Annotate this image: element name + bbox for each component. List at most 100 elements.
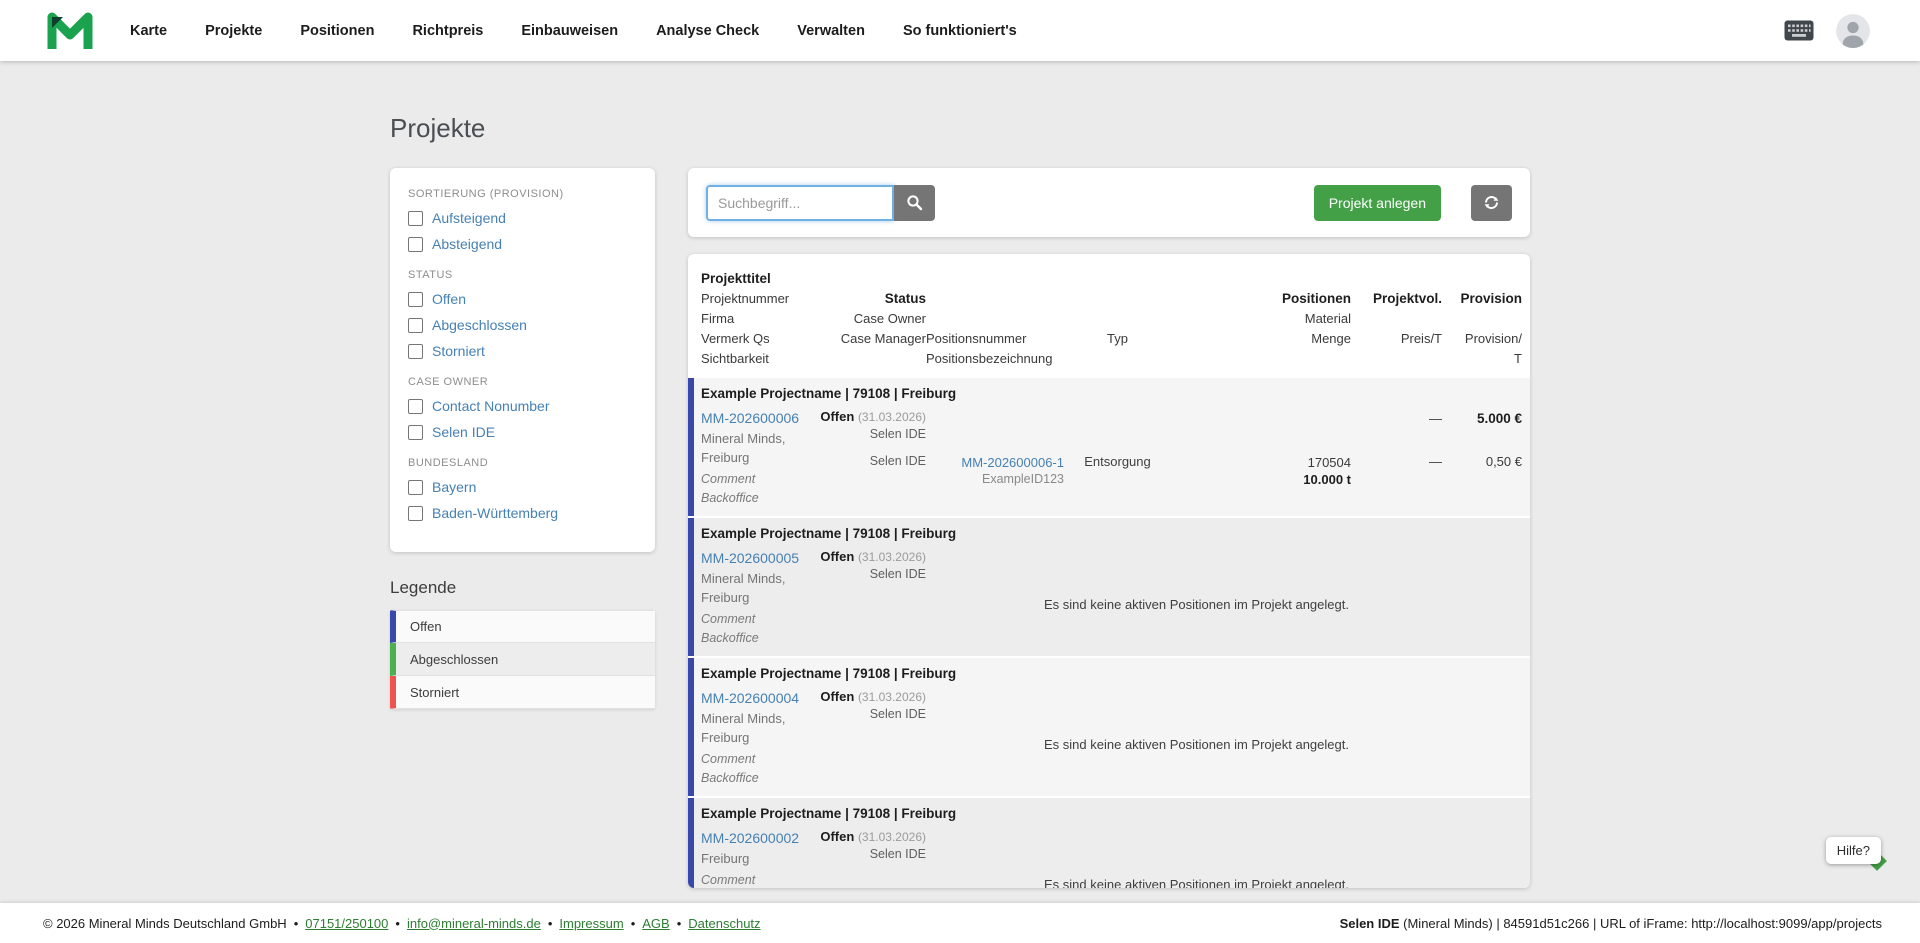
page-title: Projekte xyxy=(390,113,1530,144)
filter-option-abgeschlossen[interactable]: Abgeschlossen xyxy=(408,316,637,334)
column-header-case-owner: Case Owner xyxy=(871,308,926,328)
footer-impressum-link[interactable]: Impressum xyxy=(559,916,623,931)
projects-table: Projekttitel Projektnummer Status Positi… xyxy=(688,254,1530,888)
search-toolbar: Projekt anlegen xyxy=(688,168,1530,237)
refresh-icon xyxy=(1483,194,1500,211)
nav-item-projekte[interactable]: Projekte xyxy=(205,23,262,39)
position-typ: Entsorgung xyxy=(1064,454,1171,488)
filter-section-bundesland: BUNDESLAND xyxy=(408,457,637,469)
create-project-button[interactable]: Projekt anlegen xyxy=(1314,185,1441,221)
footer-agb-link[interactable]: AGB xyxy=(642,916,669,931)
position-number-cell: MM-202600006-1 ExampleID123 xyxy=(926,454,1064,488)
column-header-material: Material xyxy=(1171,308,1351,328)
project-status: Offen (31.03.2026) xyxy=(820,828,926,846)
project-vermerk: Backoffice xyxy=(701,769,871,788)
position-preis-t: — xyxy=(1351,454,1442,488)
project-row-mm-202600005[interactable]: Example Projectname | 79108 | Freiburg M… xyxy=(688,518,1530,656)
column-header-projekttitel: Projekttitel xyxy=(701,268,1064,288)
top-navbar: Karte Projekte Positionen Richtpreis Ein… xyxy=(0,0,1920,61)
search-button[interactable] xyxy=(894,185,935,221)
column-header-provision-t-2: T xyxy=(1442,348,1522,368)
project-title: Example Projectname | 79108 | Freiburg xyxy=(701,386,1522,401)
column-header-positionsnummer: Positionsnummer xyxy=(926,328,1064,348)
checkbox-absteigend[interactable] xyxy=(408,237,423,252)
no-positions-message: Es sind keine aktiven Positionen im Proj… xyxy=(871,737,1522,752)
column-header-firma: Firma xyxy=(701,308,871,328)
no-positions-message: Es sind keine aktiven Positionen im Proj… xyxy=(871,597,1522,612)
project-vermerk: Backoffice xyxy=(701,629,871,648)
footer-session-user: Selen IDE xyxy=(1340,916,1400,931)
checkbox-selen-ide[interactable] xyxy=(408,425,423,440)
checkbox-bayern[interactable] xyxy=(408,480,423,495)
legend-item-abgeschlossen: Abgeschlossen xyxy=(390,643,655,676)
column-header-sichtbarkeit: Sichtbarkeit xyxy=(701,348,871,368)
column-header-positionsbezeichnung: Positionsbezeichnung xyxy=(926,348,1171,368)
legend-title: Legende xyxy=(390,578,655,598)
project-vermerk: Comment xyxy=(701,470,871,489)
project-status: Offen (31.03.2026) xyxy=(820,688,926,706)
no-positions-message: Es sind keine aktiven Positionen im Proj… xyxy=(871,877,1522,888)
nav-item-einbauweisen[interactable]: Einbauweisen xyxy=(521,23,618,39)
project-company-city: Freiburg xyxy=(701,588,871,607)
project-row-mm-202600004[interactable]: Example Projectname | 79108 | Freiburg M… xyxy=(688,658,1530,796)
checkbox-storniert[interactable] xyxy=(408,344,423,359)
filter-option-storniert[interactable]: Storniert xyxy=(408,342,637,360)
position-number-link[interactable]: MM-202600006-1 xyxy=(961,454,1064,471)
footer-email-link[interactable]: info@mineral-minds.de xyxy=(407,916,541,931)
logo-m-icon xyxy=(46,10,94,52)
footer-session-info: Selen IDE (Mineral Minds) | 84591d51c266… xyxy=(1340,916,1882,931)
project-vermerk: Comment xyxy=(701,610,871,629)
nav-item-karte[interactable]: Karte xyxy=(130,23,167,39)
checkbox-contact-nonumber[interactable] xyxy=(408,399,423,414)
filter-option-aufsteigend[interactable]: Aufsteigend xyxy=(408,209,637,227)
keyboard-icon[interactable] xyxy=(1784,20,1814,41)
column-header-provision-t: Provision/ xyxy=(1442,328,1522,348)
legend-item-offen: Offen xyxy=(390,610,655,643)
filter-option-bayern[interactable]: Bayern xyxy=(408,478,637,496)
project-row-mm-202600002[interactable]: Example Projectname | 79108 | Freiburg M… xyxy=(688,798,1530,888)
column-header-projektnummer: Projektnummer xyxy=(701,288,871,308)
nav-item-analyse-check[interactable]: Analyse Check xyxy=(656,23,759,39)
project-row-mm-202600006[interactable]: Example Projectname | 79108 | Freiburg M… xyxy=(688,378,1530,516)
filter-panel: SORTIERUNG (PROVISION) Aufsteigend Abste… xyxy=(390,168,655,552)
filter-option-selen-ide[interactable]: Selen IDE xyxy=(408,423,637,441)
filter-option-absteigend[interactable]: Absteigend xyxy=(408,235,637,253)
position-material: 170504 xyxy=(1308,454,1351,471)
column-header-menge: Menge xyxy=(1171,328,1351,348)
footer-info: © 2026 Mineral Minds Deutschland GmbH • … xyxy=(43,916,761,931)
project-company-city: Freiburg xyxy=(701,728,871,747)
column-header-case-manager: Case Manager xyxy=(871,328,926,348)
nav-item-verwalten[interactable]: Verwalten xyxy=(797,23,865,39)
project-case-owner: Selen IDE xyxy=(870,706,926,723)
footer-copyright: © 2026 Mineral Minds Deutschland GmbH xyxy=(43,916,287,931)
nav-item-positionen[interactable]: Positionen xyxy=(300,23,374,39)
project-company-city: Freiburg xyxy=(701,448,871,467)
help-button[interactable]: Hilfe? xyxy=(1826,837,1881,864)
checkbox-abgeschlossen[interactable] xyxy=(408,318,423,333)
project-vermerk: Comment xyxy=(701,871,871,888)
checkbox-offen[interactable] xyxy=(408,292,423,307)
footer-datenschutz-link[interactable]: Datenschutz xyxy=(688,916,760,931)
mineral-minds-logo[interactable] xyxy=(46,10,94,52)
project-case-owner: Selen IDE xyxy=(870,426,926,443)
filter-option-offen[interactable]: Offen xyxy=(408,290,637,308)
search-input[interactable] xyxy=(706,185,894,221)
project-status: Offen (31.03.2026) xyxy=(820,408,926,426)
filter-option-baden-wuerttemberg[interactable]: Baden-Württemberg xyxy=(408,504,637,522)
position-provision-t: 0,50 € xyxy=(1442,454,1522,488)
filter-section-status: STATUS xyxy=(408,269,637,281)
project-case-owner: Selen IDE xyxy=(870,846,926,863)
checkbox-aufsteigend[interactable] xyxy=(408,211,423,226)
project-vermerk: Comment xyxy=(701,750,871,769)
nav-item-so-funktionierts[interactable]: So funktioniert's xyxy=(903,23,1017,39)
user-avatar-icon[interactable] xyxy=(1836,14,1870,48)
project-company: Mineral Minds, xyxy=(701,429,871,448)
filter-option-contact-nonumber[interactable]: Contact Nonumber xyxy=(408,397,637,415)
refresh-button[interactable] xyxy=(1471,185,1512,221)
footer-phone-link[interactable]: 07151/250100 xyxy=(305,916,388,931)
project-title: Example Projectname | 79108 | Freiburg xyxy=(701,806,1522,821)
nav-item-richtpreis[interactable]: Richtpreis xyxy=(412,23,483,39)
project-preis-t: — xyxy=(1351,408,1442,443)
column-header-typ: Typ xyxy=(1064,328,1171,348)
checkbox-baden-wuerttemberg[interactable] xyxy=(408,506,423,521)
